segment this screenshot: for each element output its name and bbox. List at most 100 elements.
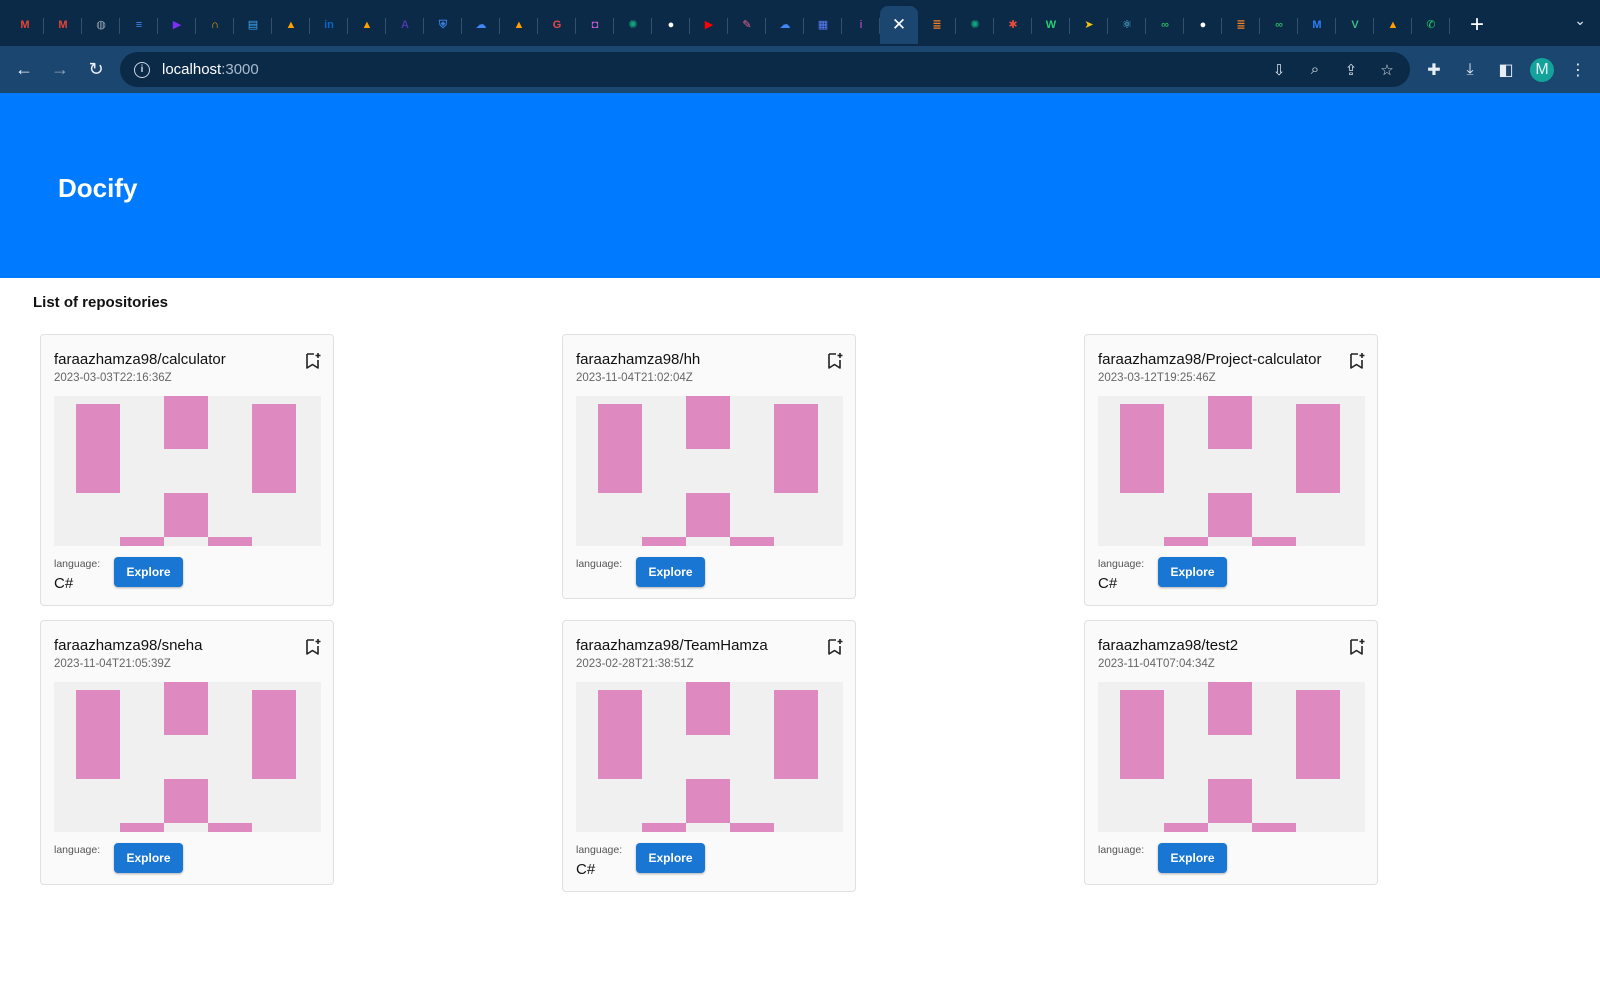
browser-tab[interactable]: ✺ (614, 6, 652, 44)
browser-tab[interactable]: ≡ (120, 6, 158, 44)
site-info-icon[interactable]: i (134, 61, 150, 78)
back-button[interactable]: ← (6, 52, 42, 88)
browser-tab[interactable]: ▶ (690, 6, 728, 44)
reload-button[interactable]: ↻ (78, 52, 114, 88)
repo-date: 2023-11-04T21:02:04Z (576, 372, 693, 384)
linkedin-icon: in (324, 18, 334, 31)
browser-tab[interactable]: ▲ (500, 6, 538, 44)
w-icon: W (1045, 18, 1057, 31)
explore-button[interactable]: Explore (636, 843, 705, 873)
browser-tab[interactable]: ✎ (728, 6, 766, 44)
language-label: language: (54, 558, 101, 570)
browser-tab[interactable]: ≣ (918, 6, 956, 44)
bookmark-add-icon[interactable] (1347, 351, 1367, 371)
tab-search-chevron-icon[interactable]: ⌄ (1574, 12, 1586, 29)
repo-card: faraazhamza98/Project-calculator 2023-03… (1084, 334, 1378, 606)
browser-tab[interactable]: M (1298, 6, 1336, 44)
browser-tab[interactable]: ✺ (956, 6, 994, 44)
wand-icon: ✎ (742, 18, 752, 31)
browser-tab[interactable]: ▦ (804, 6, 842, 44)
browser-tab[interactable]: ∞ (1146, 6, 1184, 44)
browser-tab[interactable]: ▲ (1374, 6, 1412, 44)
repo-date: 2023-11-04T07:04:34Z (1098, 658, 1215, 670)
browser-tab[interactable]: i (842, 6, 880, 44)
browser-tab[interactable]: M (44, 6, 82, 44)
browser-tab[interactable]: ∩ (196, 6, 234, 44)
explore-button[interactable]: Explore (636, 557, 705, 587)
bookmark-add-icon[interactable] (1347, 637, 1367, 657)
new-tab-button[interactable]: + (1460, 8, 1494, 42)
browser-tab[interactable]: M (6, 6, 44, 44)
browser-tab[interactable]: ▤ (234, 6, 272, 44)
repo-name: faraazhamza98/TeamHamza (576, 637, 768, 654)
downloads-icon[interactable]: ⤓ (1458, 58, 1482, 82)
browser-tab[interactable]: ✕ (880, 6, 918, 44)
browser-tab[interactable]: ≣ (1222, 6, 1260, 44)
browser-tab[interactable]: ◍ (82, 6, 120, 44)
info-icon: i (859, 18, 863, 31)
firebase-icon: ▲ (513, 18, 525, 31)
forward-button[interactable]: → (42, 52, 78, 88)
chatgpt-icon: ✺ (628, 18, 638, 31)
browser-tab[interactable]: ✱ (994, 6, 1032, 44)
globe-icon: ◍ (96, 18, 106, 31)
firebase-icon: ▲ (285, 18, 297, 31)
repo-identicon (576, 396, 843, 546)
chatgpt-icon: ✺ (970, 18, 980, 31)
browser-tab[interactable]: ☁ (462, 6, 500, 44)
url-text: localhost:3000 (162, 61, 259, 78)
cursor-icon: ➤ (1084, 18, 1094, 31)
install-app-icon[interactable]: ⇩ (1268, 59, 1290, 81)
bookmark-add-icon[interactable] (825, 637, 845, 657)
browser-tab[interactable]: ● (1184, 6, 1222, 44)
explore-button[interactable]: Explore (114, 557, 183, 587)
browser-tab[interactable]: ➤ (1070, 6, 1108, 44)
repo-identicon (576, 682, 843, 832)
repo-identicon (54, 396, 321, 546)
react-icon: ⚛ (1122, 18, 1132, 31)
explore-button[interactable]: Explore (1158, 557, 1227, 587)
gmail-icon: M (58, 18, 68, 31)
repo-card: faraazhamza98/sneha 2023-11-04T21:05:39Z… (40, 620, 334, 885)
browser-tab[interactable]: A (386, 6, 424, 44)
address-bar-actions: ⇩ ⌕ ⇪ ☆ (1268, 52, 1398, 87)
bookmark-add-icon[interactable] (303, 351, 323, 371)
bookmark-add-icon[interactable] (825, 351, 845, 371)
menu-kebab-icon[interactable]: ⋮ (1566, 58, 1590, 82)
hero-banner: Docify (0, 93, 1600, 278)
profile-avatar[interactable]: M (1530, 57, 1554, 82)
browser-tab-strip: M M ◍ ≡ ▶ ∩ ▤ ▲ in ▲ A ⛨ ☁ ▲ G ◘ ✺ ● ▶ ✎ ☁ ▦ i ✕ ≣ ✺ ✱ W ➤ ⚛ ∞ ● ≣ ∞ M V ▲ ✆ + (0, 0, 1600, 46)
side-panel-icon[interactable]: ◧ (1494, 58, 1518, 82)
browser-tab[interactable]: V (1336, 6, 1374, 44)
browser-tab[interactable]: W (1032, 6, 1070, 44)
language-value: C# (1098, 575, 1118, 592)
browser-tab[interactable]: G (538, 6, 576, 44)
browser-tab[interactable]: ▲ (348, 6, 386, 44)
browser-tab[interactable]: ☁ (766, 6, 804, 44)
address-bar[interactable]: i localhost:3000 ⇩ ⌕ ⇪ ☆ (120, 52, 1410, 87)
zoom-icon[interactable]: ⌕ (1304, 59, 1326, 81)
browser-tab[interactable]: ⚛ (1108, 6, 1146, 44)
cloud-icon: ☁ (475, 18, 487, 31)
close-icon[interactable]: ✕ (892, 15, 906, 35)
explore-button[interactable]: Explore (1158, 843, 1227, 873)
browser-tab[interactable]: ▶ (158, 6, 196, 44)
browser-tab[interactable]: ● (652, 6, 690, 44)
repo-date: 2023-11-04T21:05:39Z (54, 658, 171, 670)
repo-card: faraazhamza98/test2 2023-11-04T07:04:34Z… (1084, 620, 1378, 885)
language-label: language: (1098, 844, 1145, 856)
browser-tab[interactable]: in (310, 6, 348, 44)
firebase-icon: ▲ (361, 18, 373, 31)
browser-tab[interactable]: ◘ (576, 6, 614, 44)
browser-tab[interactable]: ∞ (1260, 6, 1298, 44)
share-icon[interactable]: ⇪ (1340, 59, 1362, 81)
bookmark-add-icon[interactable] (303, 637, 323, 657)
extensions-icon[interactable]: ✚ (1422, 58, 1446, 82)
browser-tab[interactable]: ✆ (1412, 6, 1450, 44)
browser-tab[interactable]: ⛨ (424, 6, 462, 44)
browser-tab[interactable]: ▲ (272, 6, 310, 44)
gmail-icon: M (20, 18, 30, 31)
explore-button[interactable]: Explore (114, 843, 183, 873)
repo-identicon (54, 682, 321, 832)
bookmark-star-icon[interactable]: ☆ (1376, 59, 1398, 81)
